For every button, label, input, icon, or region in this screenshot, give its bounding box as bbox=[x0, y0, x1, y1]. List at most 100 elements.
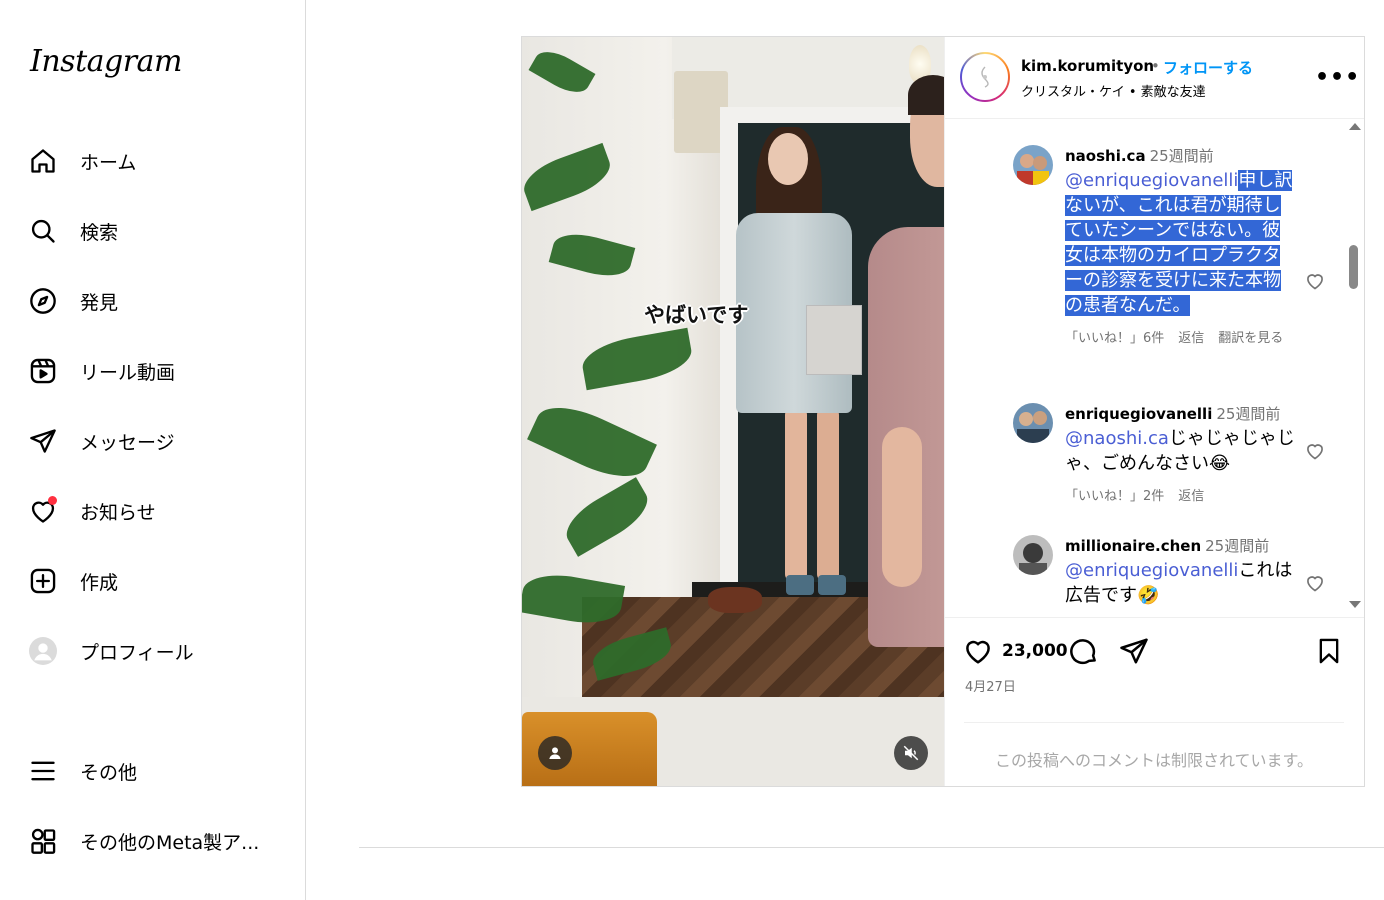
comment-icon[interactable] bbox=[1069, 636, 1099, 670]
comment-like-icon[interactable] bbox=[1305, 441, 1325, 465]
nav-create[interactable]: 作成 bbox=[16, 554, 290, 608]
commenter-username[interactable]: enriquegiovanelli bbox=[1065, 405, 1212, 423]
audio-attribution[interactable]: クリスタル・ケイ • 素敵な友達 bbox=[1021, 81, 1206, 100]
heart-icon bbox=[28, 496, 58, 526]
scroll-up-arrow[interactable] bbox=[1349, 123, 1361, 130]
nav-explore[interactable]: 発見 bbox=[16, 274, 290, 328]
nav-profile[interactable]: プロフィール bbox=[16, 624, 290, 678]
nav-explore-label: 発見 bbox=[80, 291, 119, 314]
follow-button[interactable]: フォローする bbox=[1163, 57, 1253, 78]
separator-dot: • bbox=[1151, 57, 1160, 75]
author-avatar-inner bbox=[962, 54, 1008, 100]
compass-icon bbox=[28, 286, 58, 316]
post-actions: 23,000 4月27日 この投稿へのコメントは制限されています。 bbox=[945, 617, 1364, 787]
comment-meta: 「いいね！」2件 返信 bbox=[1065, 485, 1295, 504]
post-side-panel: kim.korumityon • フォローする クリスタル・ケイ • 素敵な友達… bbox=[944, 37, 1364, 786]
scroll-thumb[interactable] bbox=[1349, 245, 1358, 289]
notification-dot bbox=[48, 496, 57, 505]
author-avatar[interactable] bbox=[960, 52, 1010, 102]
post-header: kim.korumityon • フォローする クリスタル・ケイ • 素敵な友達… bbox=[945, 37, 1364, 119]
scene-woman-leg bbox=[817, 407, 839, 582]
post-video[interactable]: やばいです bbox=[522, 37, 944, 786]
menu-icon bbox=[28, 756, 58, 786]
nav-search[interactable]: 検索 bbox=[16, 204, 290, 258]
commenter-avatar[interactable] bbox=[1013, 403, 1053, 443]
comment-body: enriquegiovanelli 25週間前 @naoshi.caじゃじゃじゃじ… bbox=[1065, 403, 1295, 504]
tagged-users-button[interactable] bbox=[538, 736, 572, 770]
nav-notifications[interactable]: お知らせ bbox=[16, 484, 290, 538]
nav-reels-label: リール動画 bbox=[80, 361, 176, 384]
plus-square-icon bbox=[28, 566, 58, 596]
instagram-logo[interactable]: Instagram bbox=[30, 44, 182, 79]
selected-text: 申し訳ないが、これは君が期待していたシーンではない。彼女は本物のカイロプラクター… bbox=[1065, 170, 1293, 316]
home-icon bbox=[28, 146, 58, 176]
like-icon[interactable] bbox=[963, 636, 993, 670]
translate-button[interactable]: 翻訳を見る bbox=[1218, 331, 1283, 346]
mute-button[interactable] bbox=[894, 736, 928, 770]
profile-avatar-icon bbox=[28, 636, 58, 666]
user-tag-icon bbox=[549, 747, 561, 759]
nav-home[interactable]: ホーム bbox=[16, 134, 290, 188]
page-divider bbox=[359, 847, 1384, 848]
comment-time: 25週間前 bbox=[1205, 537, 1270, 555]
scene-woman-face bbox=[768, 133, 808, 185]
comment-text: @enriquegiovanelli申し訳ないが、これは君が期待していたシーンで… bbox=[1065, 168, 1295, 318]
comment-like-icon[interactable] bbox=[1305, 573, 1325, 597]
scene-woman-leg bbox=[785, 407, 807, 582]
nav-reels[interactable]: リール動画 bbox=[16, 344, 290, 398]
mention-link[interactable]: @naoshi.ca bbox=[1065, 428, 1169, 449]
comments-list: naoshi.ca 25週間前 @enriquegiovanelli申し訳ないが、… bbox=[945, 119, 1364, 617]
comments-restricted-notice: この投稿へのコメントは制限されています。 bbox=[964, 722, 1344, 787]
author-logo-icon bbox=[981, 66, 989, 88]
nav-create-label: 作成 bbox=[80, 571, 119, 594]
share-icon[interactable] bbox=[1119, 636, 1149, 670]
comment-meta: 「いいね！」6件 返信 翻訳を見る bbox=[1065, 327, 1295, 346]
comment-time: 25週間前 bbox=[1216, 405, 1281, 423]
nav-search-label: 検索 bbox=[80, 221, 119, 244]
reels-icon bbox=[28, 356, 58, 386]
author-username[interactable]: kim.korumityon bbox=[1021, 57, 1154, 75]
comments-scrollbar[interactable] bbox=[1345, 119, 1362, 617]
commenter-avatar[interactable] bbox=[1013, 145, 1053, 185]
reply-button[interactable]: 返信 bbox=[1178, 489, 1204, 504]
comment-like-icon[interactable] bbox=[1305, 271, 1325, 295]
nav-more-label: その他 bbox=[80, 761, 138, 784]
apps-grid-icon bbox=[28, 826, 58, 856]
mention-link[interactable]: @enriquegiovanelli bbox=[1065, 560, 1238, 581]
scene-woman-shoe bbox=[786, 575, 814, 595]
comment-likes[interactable]: 「いいね！」2件 bbox=[1065, 489, 1164, 504]
post-modal: やばいです kim.korumityon • フォローする クリスタル・ケイ •… bbox=[521, 36, 1365, 787]
commenter-username[interactable]: millionaire.chen bbox=[1065, 537, 1201, 555]
nav-notifications-label: お知らせ bbox=[80, 501, 156, 524]
paper-plane-icon bbox=[28, 426, 58, 456]
save-bookmark-icon[interactable] bbox=[1315, 636, 1343, 670]
video-caption: やばいです bbox=[644, 303, 749, 327]
comment-time: 25週間前 bbox=[1149, 147, 1214, 165]
post-date[interactable]: 4月27日 bbox=[965, 676, 1016, 695]
commenter-username[interactable]: naoshi.ca bbox=[1065, 147, 1146, 165]
nav-profile-label: プロフィール bbox=[80, 641, 194, 664]
search-icon bbox=[28, 216, 58, 246]
scene-man-arm bbox=[882, 427, 922, 587]
muted-speaker-icon bbox=[903, 745, 919, 761]
comment-body: naoshi.ca 25週間前 @enriquegiovanelli申し訳ないが、… bbox=[1065, 145, 1295, 346]
scene-slippers bbox=[708, 587, 762, 613]
nav-more[interactable]: その他 bbox=[16, 744, 290, 798]
nav-meta-apps-label: その他のMeta製ア... bbox=[80, 831, 260, 854]
nav-messages[interactable]: メッセージ bbox=[16, 414, 290, 468]
nav-home-label: ホーム bbox=[80, 151, 137, 174]
more-options-button[interactable]: ••• bbox=[1315, 65, 1360, 90]
mention-link[interactable]: @enriquegiovanelli bbox=[1065, 170, 1238, 191]
scroll-down-arrow[interactable] bbox=[1349, 601, 1361, 608]
sidebar: Instagram ホーム 検索 発見 リール動画 メッセージ お知らせ 作成 … bbox=[0, 0, 306, 900]
scene-man-hair bbox=[908, 75, 944, 115]
comment-text: @naoshi.caじゃじゃじゃじゃ、ごめんなさい😂 bbox=[1065, 426, 1295, 476]
comment-likes[interactable]: 「いいね！」6件 bbox=[1065, 331, 1164, 346]
commenter-avatar[interactable] bbox=[1013, 535, 1053, 575]
like-count[interactable]: 23,000 bbox=[1002, 641, 1068, 661]
comment-text: @enriquegiovanelliこれは広告です🤣 bbox=[1065, 558, 1295, 608]
comment-body: millionaire.chen 25週間前 @enriquegiovanelli… bbox=[1065, 535, 1295, 608]
reply-button[interactable]: 返信 bbox=[1178, 331, 1204, 346]
nav-meta-apps[interactable]: その他のMeta製ア... bbox=[16, 814, 290, 868]
scene-woman-shoe bbox=[818, 575, 846, 595]
